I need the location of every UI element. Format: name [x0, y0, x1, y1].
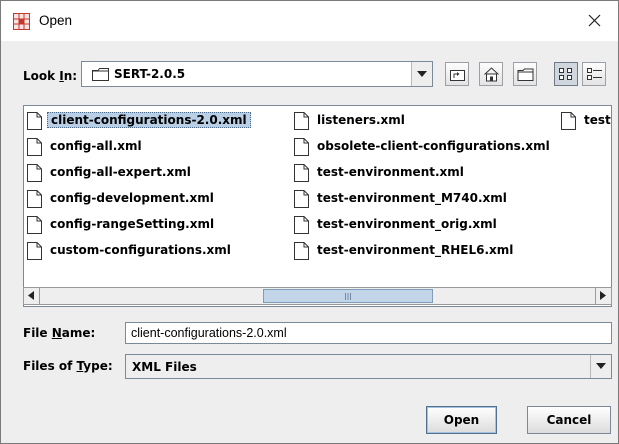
document-icon [294, 112, 309, 133]
grip-icon [345, 293, 351, 300]
document-icon [27, 190, 42, 211]
document-icon [27, 164, 42, 185]
file-item[interactable]: custom-configurations.xml [24, 240, 284, 262]
file-name-input[interactable] [126, 323, 611, 343]
file-item[interactable]: test-environment_RHEL6.xml [291, 240, 556, 262]
file-name: custom-configurations.xml [50, 243, 231, 257]
file-name-field[interactable] [125, 322, 612, 344]
file-name: test-environment_orig.xml [317, 217, 497, 231]
scroll-left-button[interactable] [24, 288, 40, 304]
list-view-icon [559, 68, 572, 80]
look-in-dropdown-arrow[interactable] [411, 62, 432, 86]
document-icon [294, 216, 309, 237]
chevron-down-icon [417, 71, 427, 77]
document-icon [27, 138, 42, 159]
file-item[interactable]: listeners.xml [291, 110, 556, 132]
java-app-icon [13, 13, 30, 30]
file-name: config-development.xml [50, 191, 214, 205]
details-view-button[interactable] [582, 62, 606, 86]
chevron-right-icon [600, 291, 606, 300]
open-dialog: Open Look In: SERT-2.0.5 client-configur… [0, 0, 619, 444]
up-one-level-button[interactable] [445, 62, 469, 86]
document-icon [294, 190, 309, 211]
file-name: listeners.xml [317, 113, 405, 127]
file-item[interactable]: config-development.xml [24, 188, 284, 210]
file-name: test-environment.xml [317, 165, 464, 179]
title-bar[interactable]: Open [1, 1, 618, 41]
file-name: config-rangeSetting.xml [50, 217, 215, 231]
dialog-body: Look In: SERT-2.0.5 client-configuration… [1, 41, 618, 443]
file-item[interactable]: config-all.xml [24, 136, 284, 158]
document-icon [27, 216, 42, 237]
file-name: config-all.xml [50, 139, 142, 153]
file-name: obsolete-client-configurations.xml [317, 139, 550, 153]
cancel-button[interactable]: Cancel [527, 406, 611, 434]
file-item[interactable]: test-environment_orig.xml [291, 214, 556, 236]
scroll-right-button[interactable] [595, 288, 611, 304]
details-view-icon [587, 68, 602, 80]
file-item[interactable]: config-all-expert.xml [24, 162, 284, 184]
chevron-left-icon [28, 291, 34, 300]
file-type-label: Files of Type: [23, 359, 113, 373]
up-one-level-icon [450, 70, 465, 81]
file-item[interactable]: test-environment_M740.xml [291, 188, 556, 210]
window-title: Open [39, 13, 73, 28]
close-button[interactable] [572, 1, 618, 41]
file-item[interactable]: config-rangeSetting.xml [24, 214, 284, 236]
file-item[interactable]: test [558, 110, 611, 133]
file-name: config-all-expert.xml [50, 165, 191, 179]
horizontal-scrollbar[interactable] [23, 287, 612, 305]
look-in-combo[interactable]: SERT-2.0.5 [81, 61, 433, 87]
document-icon [294, 242, 309, 263]
list-view-button[interactable] [554, 62, 578, 86]
chevron-down-icon [596, 363, 606, 369]
file-name-label: File Name: [23, 326, 96, 340]
document-icon [294, 138, 309, 159]
scroll-thumb[interactable] [263, 289, 433, 303]
file-type-value: XML Files [132, 360, 197, 374]
file-type-combo[interactable]: XML Files [125, 354, 612, 379]
new-folder-icon [517, 68, 534, 81]
file-name: test-environment_RHEL6.xml [317, 243, 514, 257]
file-name: client-configurations-2.0.xml [47, 112, 251, 128]
file-item[interactable]: client-configurations-2.0.xml [24, 110, 284, 132]
document-icon [294, 164, 309, 185]
folder-icon [92, 68, 109, 84]
file-list[interactable]: client-configurations-2.0.xml config-all… [23, 105, 612, 307]
open-button[interactable]: Open [426, 406, 497, 434]
document-icon [561, 112, 576, 133]
file-name: test [584, 113, 611, 127]
look-in-label: Look In: [23, 69, 78, 83]
look-in-value: SERT-2.0.5 [114, 67, 186, 81]
document-icon [27, 242, 42, 263]
close-icon [588, 14, 601, 27]
home-button[interactable] [479, 62, 503, 86]
home-icon [484, 67, 499, 82]
file-name: test-environment_M740.xml [317, 191, 507, 205]
file-item[interactable]: obsolete-client-configurations.xml [291, 136, 556, 158]
new-folder-button[interactable] [513, 62, 537, 86]
file-type-dropdown-arrow[interactable] [590, 355, 611, 378]
document-icon [27, 112, 42, 133]
file-item[interactable]: test-environment.xml [291, 162, 556, 184]
